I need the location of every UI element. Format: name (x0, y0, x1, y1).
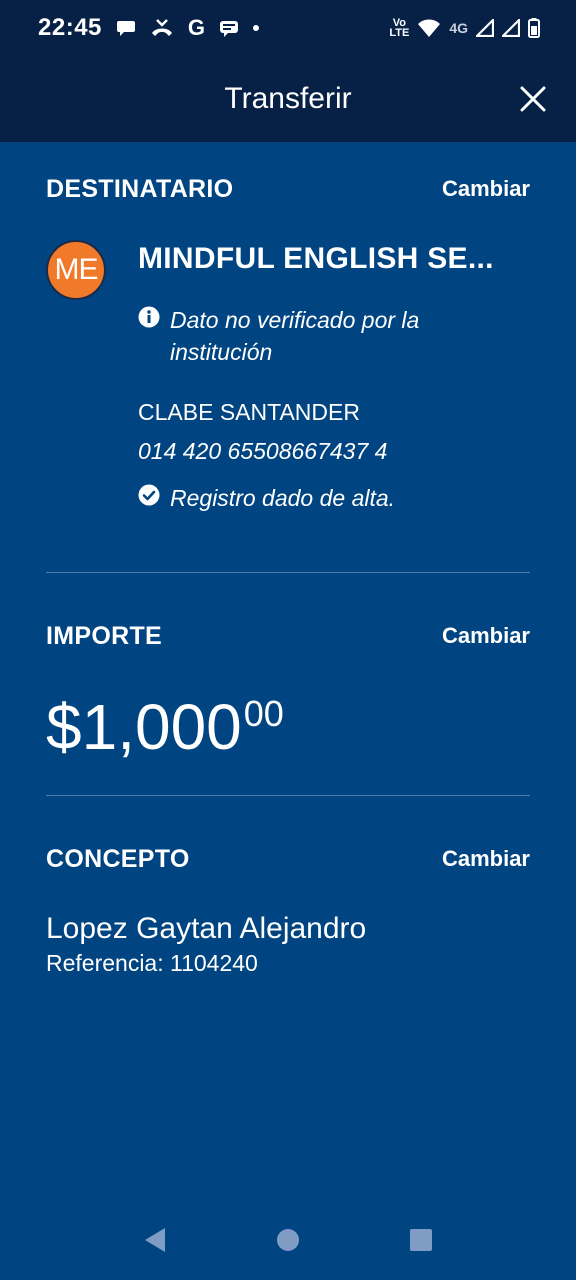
amount-decimals: 00 (243, 693, 284, 734)
close-icon (520, 86, 546, 112)
unverified-notice: Dato no verificado por la institución (138, 304, 490, 368)
wifi-icon (417, 18, 441, 38)
chat-bubble-icon (116, 18, 136, 38)
status-bar-right: Vo LTE 4G (389, 18, 540, 39)
recents-button[interactable] (401, 1220, 441, 1260)
back-button[interactable] (135, 1220, 175, 1260)
message-icon (219, 18, 239, 38)
transfer-screen: 22:45 G Vo LTE 4G Transferir DESTINATARI… (0, 0, 576, 1280)
change-concept-button[interactable]: Cambiar (442, 846, 530, 872)
amount-integer: $1,000 (46, 691, 242, 763)
volte-icon: Vo LTE (389, 18, 410, 39)
recipient-section-title: DESTINATARIO (46, 175, 234, 203)
network-type: 4G (449, 20, 468, 36)
concept-reference: Referencia: 1104240 (46, 950, 258, 976)
check-circle-icon (138, 484, 160, 506)
google-g-icon: G (187, 15, 206, 40)
battery-icon (528, 18, 540, 38)
concept-section-title: CONCEPTO (46, 845, 190, 873)
home-icon (276, 1229, 299, 1251)
dot-icon (253, 25, 260, 31)
registered-text: Registro dado de alta. (170, 485, 396, 511)
missed-call-icon (150, 18, 174, 38)
status-bar-left: 22:45 G (38, 14, 260, 42)
navigation-bar (0, 1200, 576, 1280)
status-bar: 22:45 G Vo LTE 4G (0, 0, 576, 56)
registered-notice: Registro dado de alta. (138, 482, 510, 514)
back-icon (144, 1228, 165, 1252)
close-button[interactable] (516, 82, 550, 116)
page-title: Transferir (224, 82, 352, 115)
change-recipient-button[interactable]: Cambiar (442, 176, 530, 202)
signal-icon (476, 19, 494, 37)
status-time: 22:45 (38, 14, 102, 41)
volte-bottom-text: LTE (389, 27, 410, 39)
amount-value: $1,00000 (46, 692, 284, 762)
recents-icon (410, 1229, 433, 1251)
recipient-name: MINDFUL ENGLISH SE... (138, 242, 494, 275)
signal-icon (502, 19, 520, 37)
divider (46, 795, 530, 796)
header-bar: Transferir (0, 56, 576, 142)
home-button[interactable] (268, 1220, 308, 1260)
avatar: ME (46, 240, 106, 300)
amount-section-title: IMPORTE (46, 622, 162, 650)
concept-text: Lopez Gaytan Alejandro (46, 912, 367, 945)
account-number: 014 420 65508667437 4 (138, 438, 388, 464)
info-icon (138, 306, 160, 328)
account-type: CLABE SANTANDER (138, 399, 360, 425)
unverified-text: Dato no verificado por la institución (170, 307, 420, 365)
divider (46, 572, 530, 573)
change-amount-button[interactable]: Cambiar (442, 623, 530, 649)
